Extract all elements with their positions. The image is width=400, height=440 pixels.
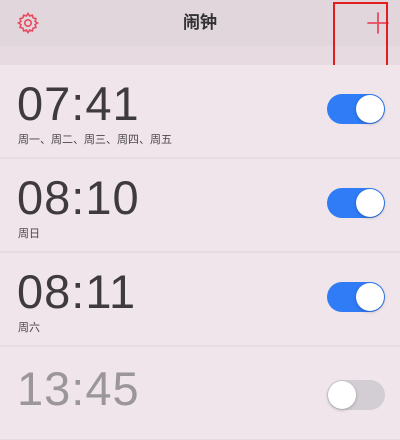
alarm-time: 08:10 [17, 171, 140, 224]
toggle-knob [356, 283, 384, 311]
alarm-time: 08:11 [17, 265, 137, 318]
toggle-knob [356, 189, 384, 217]
alarm-time: 13:45 [17, 362, 140, 415]
alarm-repeat-days: 周六 [18, 321, 40, 334]
alarm-item[interactable]: 13:45 [0, 347, 400, 439]
alarm-item[interactable]: 07:41 周一、周二、周三、周四、周五 [0, 65, 400, 157]
alarm-repeat-days: 周日 [18, 227, 40, 240]
alarm-toggle[interactable] [327, 94, 385, 124]
alarm-toggle[interactable] [327, 380, 385, 410]
alarm-repeat-days: 周一、周二、周三、周四、周五 [18, 133, 172, 146]
toggle-knob [356, 95, 384, 123]
alarm-toggle[interactable] [327, 282, 385, 312]
app-header: 闹钟 [0, 0, 400, 46]
toggle-knob [328, 381, 356, 409]
page-title: 闹钟 [183, 13, 217, 33]
plus-icon [367, 12, 389, 34]
alarm-item[interactable]: 08:11 周六 [0, 253, 400, 345]
alarm-toggle[interactable] [327, 188, 385, 218]
alarm-time: 07:41 [17, 77, 140, 130]
alarm-item[interactable]: 08:10 周日 [0, 159, 400, 251]
add-alarm-button[interactable] [364, 9, 392, 37]
